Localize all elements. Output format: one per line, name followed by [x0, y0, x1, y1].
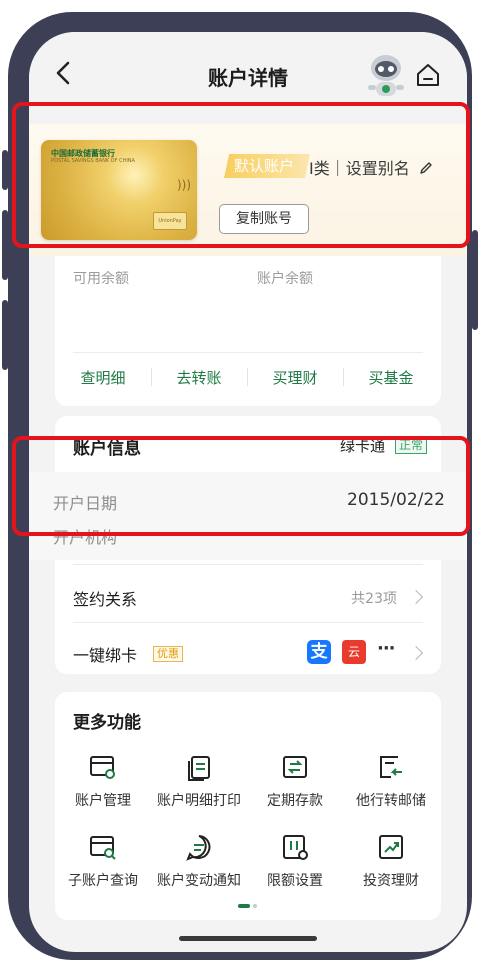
function-label: 账户明细打印: [157, 793, 241, 809]
function-notify[interactable]: 账户变动通知: [151, 832, 247, 890]
function-sub-account-search[interactable]: 子账户查询: [55, 832, 151, 890]
more-icon[interactable]: ···: [377, 638, 395, 659]
chevron-right-icon[interactable]: [408, 589, 424, 605]
function-label: 投资理财: [363, 873, 419, 889]
sign-relation-title[interactable]: 签约关系: [73, 586, 137, 610]
function-print-detail[interactable]: 账户明细打印: [151, 752, 247, 810]
more-functions-card: 更多功能 账户管理 账户明细打印 定期存款 他行转邮储 子账户查询 账户变动通知…: [55, 692, 441, 920]
view-details-button[interactable]: 查明细: [55, 367, 151, 388]
one-click-bind-title[interactable]: 一键绑卡: [73, 642, 137, 666]
function-label: 子账户查询: [68, 873, 138, 889]
home-indicator: [179, 936, 317, 941]
buy-fund-button[interactable]: 买基金: [343, 367, 439, 388]
function-label: 账户管理: [75, 793, 131, 809]
alipay-icon[interactable]: 支: [307, 640, 331, 664]
print-detail-icon: [188, 756, 210, 781]
function-account-manage[interactable]: 账户管理: [55, 752, 151, 810]
chevron-right-icon[interactable]: [408, 645, 424, 661]
side-button: [2, 150, 8, 190]
function-transfer-in[interactable]: 他行转邮储: [343, 752, 439, 810]
function-limit-setting[interactable]: 限额设置: [247, 832, 343, 890]
function-deposit[interactable]: 定期存款: [247, 752, 343, 810]
side-button: [2, 300, 8, 370]
transfer-button[interactable]: 去转账: [151, 367, 247, 388]
side-button: [2, 210, 8, 280]
highlight-box-open-info: [12, 436, 470, 536]
account-manage-icon: [90, 756, 115, 779]
sign-relation-count: 共23项: [351, 591, 397, 607]
account-balance-label: 账户余额: [257, 271, 313, 287]
available-balance-label: 可用余额: [73, 271, 129, 287]
invest-icon: [379, 835, 403, 859]
function-label: 账户变动通知: [157, 873, 241, 889]
unionpay-app-icon[interactable]: 云: [342, 640, 366, 664]
function-invest[interactable]: 投资理财: [343, 832, 439, 890]
divider: [73, 622, 423, 623]
home-icon[interactable]: [415, 62, 441, 88]
highlight-box-card: [12, 102, 470, 248]
deposit-icon: [283, 756, 307, 778]
function-label: 定期存款: [267, 793, 323, 809]
notify-icon: [186, 835, 211, 861]
balance-card: 可用余额 账户余额 查明细 去转账 买理财 买基金: [55, 256, 441, 406]
page-dot: [253, 904, 257, 908]
divider: [73, 352, 423, 353]
transfer-in-icon: [380, 756, 402, 778]
function-label: 他行转邮储: [356, 793, 426, 809]
sub-account-search-icon: [90, 836, 116, 860]
divider: [73, 564, 423, 565]
function-label: 限额设置: [267, 873, 323, 889]
limit-setting-icon: [283, 835, 308, 860]
page-dot-active: [238, 904, 250, 908]
buy-wealth-button[interactable]: 买理财: [247, 367, 343, 388]
assistant-robot-icon[interactable]: [364, 52, 408, 100]
promo-badge: 优惠: [153, 646, 183, 662]
more-functions-title: 更多功能: [73, 713, 141, 733]
side-button: [472, 230, 478, 330]
